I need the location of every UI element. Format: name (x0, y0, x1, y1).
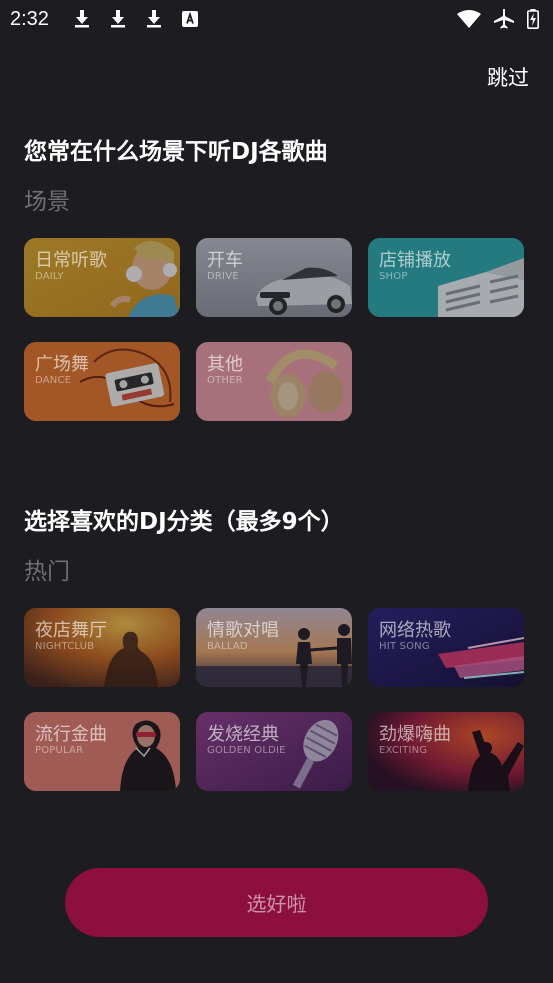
card-subtitle: HIT SONG (379, 641, 430, 652)
genre-card-hit-song[interactable]: 网络热歌 HIT SONG (368, 608, 524, 687)
card-title: 日常听歌 (35, 250, 107, 271)
card-title: 流行金曲 (35, 724, 107, 745)
card-subtitle: SHOP (379, 271, 408, 282)
card-title: 劲爆嗨曲 (379, 724, 451, 745)
genre-subtitle: 热门 (24, 559, 70, 585)
genre-section-title: 选择喜欢的DJ分类（最多9个） (24, 509, 344, 535)
scene-card-drive[interactable]: 开车 DRIVE (196, 238, 352, 317)
card-subtitle: NIGHTCLUB (35, 641, 95, 652)
card-title: 夜店舞厅 (35, 620, 107, 641)
skip-button[interactable]: 跳过 (487, 62, 529, 92)
genre-card-ballad[interactable]: 情歌对唱 BALLAD (196, 608, 352, 687)
battery-charging-icon (527, 9, 539, 29)
status-time: 2:32 (10, 7, 49, 30)
card-subtitle: OTHER (207, 375, 243, 386)
genre-card-popular[interactable]: 流行金曲 POPULAR (24, 712, 180, 791)
card-title: 店铺播放 (379, 250, 451, 271)
genre-card-golden-oldie[interactable]: 发烧经典 GOLDEN OLDIE (196, 712, 352, 791)
status-left: 2:32 (10, 8, 199, 31)
download-icon (109, 10, 127, 28)
card-subtitle: GOLDEN OLDIE (207, 745, 286, 756)
card-subtitle: EXCITING (379, 745, 428, 756)
download-icon (145, 10, 163, 28)
card-title: 发烧经典 (207, 724, 279, 745)
card-subtitle: POPULAR (35, 745, 84, 756)
card-title: 其他 (207, 354, 243, 375)
scene-card-shop[interactable]: 店铺播放 SHOP (368, 238, 524, 317)
genre-card-nightclub[interactable]: 夜店舞厅 NIGHTCLUB (24, 608, 180, 687)
wifi-icon (457, 10, 481, 28)
scene-card-other[interactable]: 其他 OTHER (196, 342, 352, 421)
scene-card-daily[interactable]: 日常听歌 DAILY (24, 238, 180, 317)
card-title: 开车 (207, 250, 243, 271)
card-subtitle: DRIVE (207, 271, 239, 282)
card-title: 网络热歌 (379, 620, 451, 641)
airplane-icon (493, 9, 515, 29)
scene-section-title: 您常在什么场景下听DJ各歌曲 (24, 139, 328, 165)
status-right (457, 9, 539, 29)
scene-card-dance[interactable]: 广场舞 DANCE (24, 342, 180, 421)
card-subtitle: BALLAD (207, 641, 248, 652)
scene-subtitle: 场景 (24, 189, 70, 215)
genre-grid: 夜店舞厅 NIGHTCLUB 情歌对唱 BALLAD 网络热歌 HIT SONG… (24, 608, 524, 791)
card-subtitle: DAILY (35, 271, 64, 282)
download-icon (73, 10, 91, 28)
card-title: 情歌对唱 (207, 620, 279, 641)
status-bar: 2:32 (0, 0, 553, 38)
card-subtitle: DANCE (35, 375, 72, 386)
font-a-icon (181, 10, 199, 28)
confirm-button[interactable]: 选好啦 (65, 868, 488, 937)
card-title: 广场舞 (35, 354, 89, 375)
scene-grid: 日常听歌 DAILY 开车 DRIVE 店铺播放 SHOP 广场舞 DANCE … (24, 238, 524, 421)
genre-card-exciting[interactable]: 劲爆嗨曲 EXCITING (368, 712, 524, 791)
